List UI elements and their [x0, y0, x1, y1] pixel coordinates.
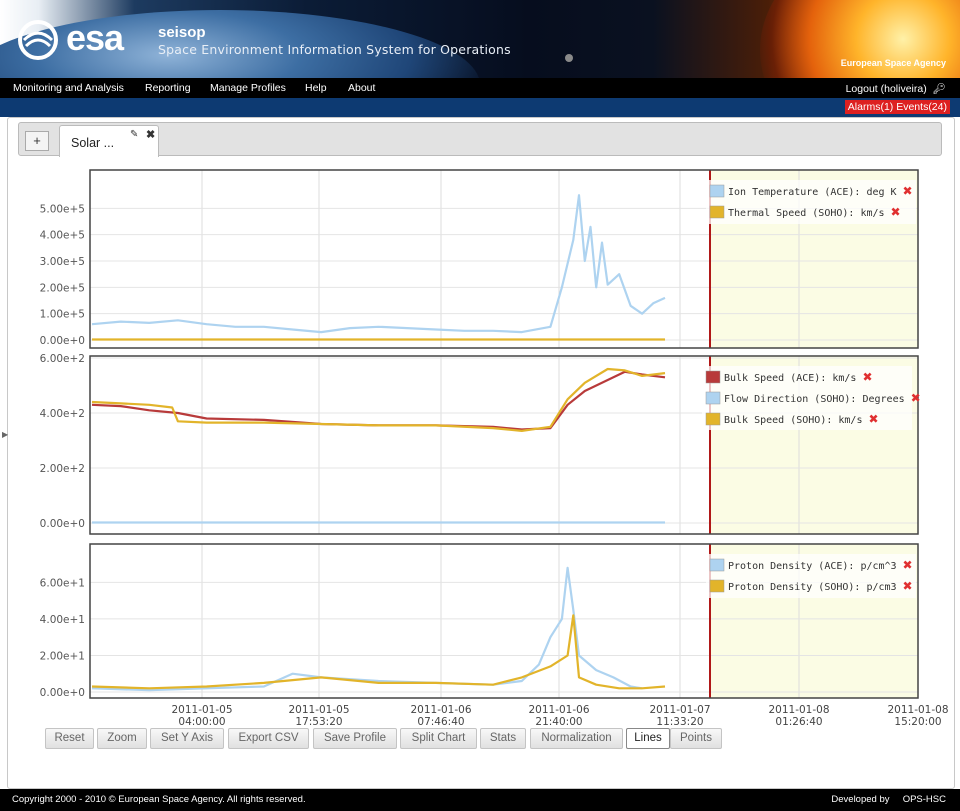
remove-series-icon[interactable]: ✖ [911, 391, 921, 405]
legend-swatch [709, 579, 725, 593]
series-line [91, 566, 643, 692]
x-tick-label: 2011-01-05 [288, 704, 349, 716]
y-tick-label: 4.00e+5 [40, 230, 85, 242]
y-tick-label: 4.00e+1 [40, 614, 85, 626]
x-tick-label: 2011-01-06 [528, 704, 589, 716]
charts-area[interactable]: 0.00e+0 1.00e+5 2.00e+5 3.00e+5 4.00e+5 5.00e… [0, 0, 960, 811]
remove-series-icon[interactable]: ✖ [862, 370, 872, 384]
x-tick-label: 2011-01-08 [887, 704, 948, 716]
remove-series-icon[interactable]: ✖ [891, 205, 901, 219]
y-tick-label: 0.00e+0 [40, 518, 85, 530]
y-tick-label: 2.00e+1 [40, 650, 85, 662]
set-y-axis-button[interactable]: Set Y Axis [150, 728, 224, 749]
zoom-button[interactable]: Zoom [97, 728, 147, 749]
y-tick-label: 3.00e+5 [40, 256, 85, 268]
legend-label: Proton Density (SOHO): p/cm3 [728, 582, 897, 593]
save-profile-button[interactable]: Save Profile [313, 728, 397, 749]
export-csv-button[interactable]: Export CSV [228, 728, 309, 749]
lines-button[interactable]: Lines [626, 728, 670, 749]
legend-swatch [709, 184, 725, 198]
remove-series-icon[interactable]: ✖ [903, 579, 913, 593]
remove-series-icon[interactable]: ✖ [903, 184, 913, 198]
remove-series-icon[interactable]: ✖ [868, 412, 878, 426]
x-tick-label: 2011-01-08 [768, 704, 829, 716]
legend-label: Thermal Speed (SOHO): km/s [728, 208, 885, 219]
x-tick-label: 04:00:00 [178, 716, 225, 728]
y-tick-label: 6.00e+2 [40, 353, 85, 365]
series-line [91, 367, 666, 432]
legend-label: Bulk Speed (SOHO): km/s [724, 415, 862, 426]
legend-label: Ion Temperature (ACE): deg K [728, 187, 897, 198]
legend-swatch [709, 558, 725, 572]
series-line [91, 194, 666, 334]
reset-button[interactable]: Reset [45, 728, 94, 749]
y-tick-label: 6.00e+1 [40, 577, 85, 589]
y-tick-label: 0.00e+0 [40, 687, 85, 699]
remove-series-icon[interactable]: ✖ [903, 558, 913, 572]
x-tick-label: 11:33:20 [656, 716, 703, 728]
y-tick-label: 4.00e+2 [40, 408, 85, 420]
footer: Copyright 2000 - 2010 © European Space A… [0, 789, 960, 811]
legend-label: Proton Density (ACE): p/cm^3 [728, 561, 897, 572]
normalization-button[interactable]: Normalization [530, 728, 623, 749]
x-tick-label: 21:40:00 [535, 716, 582, 728]
developed-by: Developed by OPS-HSC [831, 794, 946, 805]
x-tick-label: 17:53:20 [295, 716, 342, 728]
y-tick-label: 2.00e+5 [40, 282, 85, 294]
y-tick-label: 0.00e+0 [40, 335, 85, 347]
x-tick-label: 15:20:00 [894, 716, 941, 728]
x-tick-label: 2011-01-06 [410, 704, 471, 716]
legend-swatch [705, 391, 721, 405]
x-tick-label: 2011-01-07 [649, 704, 710, 716]
x-tick-label: 2011-01-05 [171, 704, 232, 716]
x-tick-label: 01:26:40 [775, 716, 822, 728]
copyright-text: Copyright 2000 - 2010 © European Space A… [12, 794, 306, 805]
y-tick-label: 5.00e+5 [40, 203, 85, 215]
y-tick-label: 1.00e+5 [40, 309, 85, 321]
legend-label: Flow Direction (SOHO): Degrees [724, 394, 905, 405]
legend-swatch [705, 412, 721, 426]
legend-swatch [709, 205, 725, 219]
stats-button[interactable]: Stats [480, 728, 526, 749]
legend-label: Bulk Speed (ACE): km/s [724, 373, 856, 384]
x-tick-label: 07:46:40 [417, 716, 464, 728]
developer-name: OPS-HSC [902, 794, 946, 805]
y-tick-label: 2.00e+2 [40, 463, 85, 475]
legend-swatch [705, 370, 721, 384]
developed-by-label: Developed by [831, 794, 890, 805]
split-chart-button[interactable]: Split Chart [400, 728, 477, 749]
points-button[interactable]: Points [670, 728, 722, 749]
